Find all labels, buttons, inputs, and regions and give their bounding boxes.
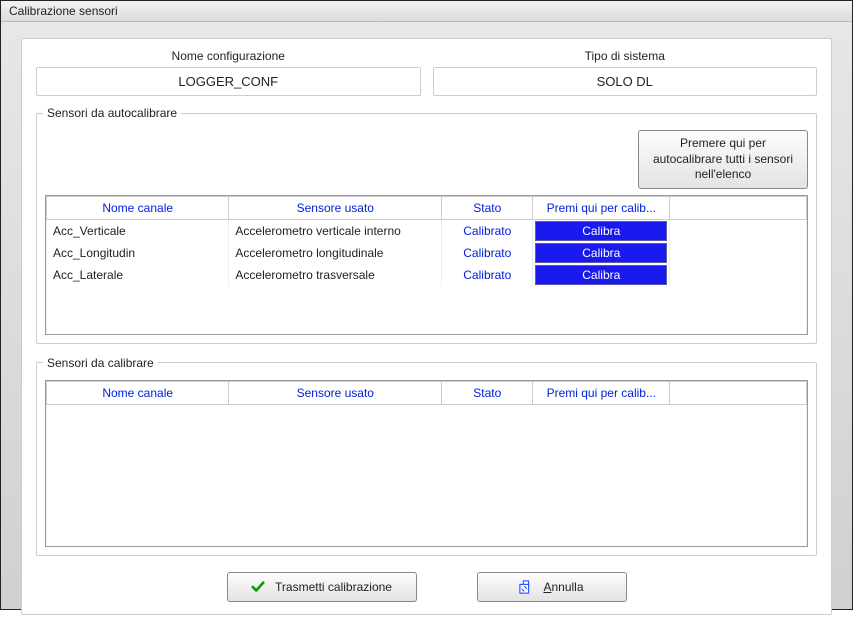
table-header-row: Nome canale Sensore usato Stato Premi qu… — [47, 381, 807, 404]
cell-state: Calibrato — [442, 264, 533, 286]
window-title: Calibrazione sensori — [9, 4, 118, 18]
table-row: Acc_Laterale Accelerometro trasversale C… — [47, 264, 807, 286]
autocalibrate-table: Nome canale Sensore usato Stato Premi qu… — [46, 196, 807, 334]
config-name-col: Nome configurazione LOGGER_CONF — [36, 49, 421, 96]
calibrate-table-wrap: Nome canale Sensore usato Stato Premi qu… — [45, 380, 808, 548]
col-channel[interactable]: Nome canale — [47, 381, 229, 404]
calibrate-table: Nome canale Sensore usato Stato Premi qu… — [46, 381, 807, 547]
config-name-value: LOGGER_CONF — [36, 67, 421, 96]
col-sensor[interactable]: Sensore usato — [229, 381, 442, 404]
table-empty-space — [47, 286, 807, 334]
cell-sensor: Accelerometro trasversale — [229, 264, 442, 286]
autocalibrate-all-button[interactable]: Premere qui per autocalibrare tutti i se… — [638, 130, 808, 189]
config-name-label: Nome configurazione — [36, 49, 421, 63]
cancel-button[interactable]: Annulla — [477, 572, 627, 602]
table-row: Acc_Verticale Accelerometro verticale in… — [47, 219, 807, 242]
col-action[interactable]: Premi qui per calib... — [533, 381, 670, 404]
client-area: Nome configurazione LOGGER_CONF Tipo di … — [1, 22, 852, 629]
button-bar: Trasmetti calibrazione Annulla — [36, 568, 817, 602]
calibrate-button[interactable]: Calibra — [535, 243, 667, 263]
table-row: Acc_Longitudin Accelerometro longitudina… — [47, 242, 807, 264]
cancel-icon — [519, 580, 533, 594]
cell-channel: Acc_Laterale — [47, 264, 229, 286]
autocalibrate-table-wrap: Nome canale Sensore usato Stato Premi qu… — [45, 195, 808, 335]
titlebar: Calibrazione sensori — [1, 1, 852, 22]
system-type-value: SOLO DL — [433, 67, 818, 96]
col-spacer — [670, 381, 807, 404]
cell-sensor: Accelerometro verticale interno — [229, 219, 442, 242]
col-state[interactable]: Stato — [442, 381, 533, 404]
cancel-label: Annulla — [543, 580, 583, 594]
transmit-button[interactable]: Trasmetti calibrazione — [227, 572, 417, 602]
config-row: Nome configurazione LOGGER_CONF Tipo di … — [36, 49, 817, 96]
check-icon — [251, 580, 265, 594]
dialog-window: Calibrazione sensori Nome configurazione… — [0, 0, 853, 610]
col-channel[interactable]: Nome canale — [47, 196, 229, 219]
transmit-label: Trasmetti calibrazione — [275, 580, 392, 594]
cell-sensor: Accelerometro longitudinale — [229, 242, 442, 264]
autocalibrate-group: Sensori da autocalibrare Premere qui per… — [36, 106, 817, 344]
content-panel: Nome configurazione LOGGER_CONF Tipo di … — [21, 38, 832, 615]
col-spacer — [670, 196, 807, 219]
autocalibrate-legend: Sensori da autocalibrare — [43, 106, 181, 120]
calibrate-button[interactable]: Calibra — [535, 265, 667, 285]
cell-state: Calibrato — [442, 219, 533, 242]
calibrate-legend: Sensori da calibrare — [43, 356, 158, 370]
calibrate-button[interactable]: Calibra — [535, 221, 667, 241]
calibrate-group: Sensori da calibrare Nome canale Sensore… — [36, 356, 817, 557]
table-empty-space — [47, 404, 807, 546]
table-header-row: Nome canale Sensore usato Stato Premi qu… — [47, 196, 807, 219]
cell-channel: Acc_Longitudin — [47, 242, 229, 264]
col-action[interactable]: Premi qui per calib... — [533, 196, 670, 219]
col-sensor[interactable]: Sensore usato — [229, 196, 442, 219]
system-type-label: Tipo di sistema — [433, 49, 818, 63]
cell-state: Calibrato — [442, 242, 533, 264]
col-state[interactable]: Stato — [442, 196, 533, 219]
system-type-col: Tipo di sistema SOLO DL — [433, 49, 818, 96]
cell-channel: Acc_Verticale — [47, 219, 229, 242]
